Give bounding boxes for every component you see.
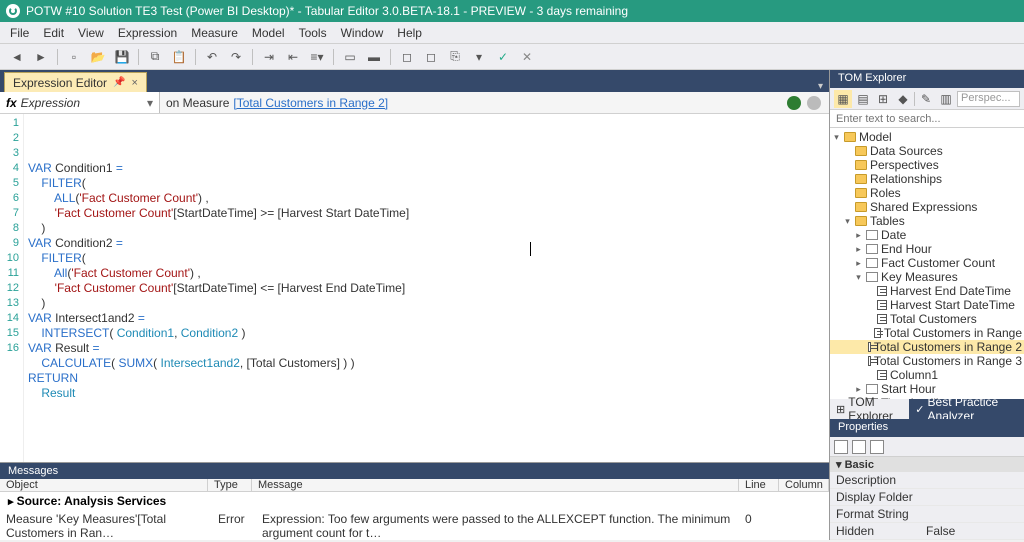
status-idle-icon[interactable]: [807, 96, 821, 110]
tom-tb1[interactable]: ▦: [834, 90, 852, 108]
tree-node[interactable]: Perspectives: [830, 158, 1024, 172]
indent-button[interactable]: ⇥: [258, 47, 280, 67]
tool2-button[interactable]: ◻: [420, 47, 442, 67]
tom-toolbar: ▦ ▤ ⊞ ◆ ✎ ▥ Perspec...: [830, 88, 1024, 110]
tree-node[interactable]: ▸Date: [830, 228, 1024, 242]
tab-bpa[interactable]: ✓ Best Practice Analyzer: [909, 399, 1024, 419]
prop-row[interactable]: HiddenFalse: [830, 523, 1024, 540]
tree-node[interactable]: ▾Model: [830, 130, 1024, 144]
tom-explorer-header: TOM Explorer: [830, 70, 1024, 88]
tree-node[interactable]: Shared Expressions: [830, 200, 1024, 214]
tree-node[interactable]: ▾Key Measures: [830, 270, 1024, 284]
prop-az-icon[interactable]: [852, 440, 866, 454]
menu-measure[interactable]: Measure: [191, 26, 238, 40]
uncomment-button[interactable]: ▬: [363, 47, 385, 67]
properties-header: Properties: [830, 419, 1024, 437]
tree-node[interactable]: Total Customers in Range 2: [830, 340, 1024, 354]
prop-row[interactable]: Description: [830, 472, 1024, 489]
tree-node[interactable]: ▾Tables: [830, 214, 1024, 228]
tree-node[interactable]: Total Customers in Range: [830, 326, 1024, 340]
editor-tabs: Expression Editor 📌 × ▾: [0, 70, 829, 92]
tree-node[interactable]: ▸End Hour: [830, 242, 1024, 256]
dax-editor[interactable]: 12345678910111213141516 VAR Condition1 =…: [0, 114, 829, 462]
tab-tom-explorer[interactable]: ⊞ TOM Explorer: [830, 399, 909, 419]
properties-grid[interactable]: ▾ BasicDescriptionDisplay FolderFormat S…: [830, 457, 1024, 540]
tab-menu-icon[interactable]: ▾: [812, 81, 829, 92]
tom-tb6[interactable]: ▥: [937, 90, 955, 108]
close-tab-icon[interactable]: ×: [132, 77, 138, 89]
messages-header: Messages: [0, 463, 829, 479]
paste-button[interactable]: 📋: [168, 47, 190, 67]
tree-node[interactable]: Column1: [830, 368, 1024, 382]
accept-button[interactable]: ✓: [492, 47, 514, 67]
format-button[interactable]: ≡▾: [306, 47, 328, 67]
tree-node[interactable]: Harvest End DateTime: [830, 284, 1024, 298]
menu-help[interactable]: Help: [397, 26, 422, 40]
tree-node[interactable]: Total Customers: [830, 312, 1024, 326]
tab-expression-editor[interactable]: Expression Editor 📌 ×: [4, 72, 147, 92]
prop-tool-icon[interactable]: [870, 440, 884, 454]
pin-icon[interactable]: 📌: [113, 77, 125, 88]
copy-button[interactable]: ⧉: [144, 47, 166, 67]
tom-tb5[interactable]: ✎: [917, 90, 935, 108]
status-ok-icon[interactable]: [787, 96, 801, 110]
menu-edit[interactable]: Edit: [43, 26, 64, 40]
perspective-box[interactable]: Perspec...: [957, 91, 1020, 107]
prop-cat-icon[interactable]: [834, 440, 848, 454]
save-button[interactable]: 💾: [111, 47, 133, 67]
redo-button[interactable]: ↷: [225, 47, 247, 67]
text-cursor: [530, 242, 531, 256]
title-bar: POTW #10 Solution TE3 Test (Power BI Des…: [0, 0, 1024, 22]
fx-dropdown[interactable]: fx Expression ▾: [0, 92, 160, 113]
menu-bar: File Edit View Expression Measure Model Tools W…: [0, 22, 1024, 44]
tom-tb4[interactable]: ◆: [894, 90, 912, 108]
messages-columns: Object Type Message Line Column: [0, 479, 829, 492]
menu-file[interactable]: File: [10, 26, 29, 40]
messages-panel: Messages Object Type Message Line Column…: [0, 462, 829, 540]
prop-row[interactable]: Format String: [830, 506, 1024, 523]
tom-tb2[interactable]: ▤: [854, 90, 872, 108]
menu-view[interactable]: View: [78, 26, 104, 40]
nav-fwd-button[interactable]: ►: [30, 47, 52, 67]
tree-node[interactable]: ▸Fact Customer Count: [830, 256, 1024, 270]
tool3-button[interactable]: ⎘: [444, 47, 466, 67]
menu-model[interactable]: Model: [252, 26, 285, 40]
prop-row[interactable]: Display Folder: [830, 489, 1024, 506]
new-button[interactable]: ▫: [63, 47, 85, 67]
right-pane-tabs: ⊞ TOM Explorer ✓ Best Practice Analyzer: [830, 399, 1024, 419]
undo-button[interactable]: ↶: [201, 47, 223, 67]
tom-tb3[interactable]: ⊞: [874, 90, 892, 108]
expression-bar: fx Expression ▾ on Measure [Total Custom…: [0, 92, 829, 114]
menu-expression[interactable]: Expression: [118, 26, 177, 40]
message-source: ▸ Source: Analysis Services: [0, 492, 829, 510]
open-button[interactable]: 📂: [87, 47, 109, 67]
tree-node[interactable]: Data Sources: [830, 144, 1024, 158]
nav-back-button[interactable]: ◄: [6, 47, 28, 67]
cancel-button[interactable]: ✕: [516, 47, 538, 67]
main-toolbar: ◄ ► ▫ 📂 💾 ⧉ 📋 ↶ ↷ ⇥ ⇤ ≡▾ ▭ ▬ ◻ ◻ ⎘ ▾ ✓ ✕: [0, 44, 1024, 70]
title-text: POTW #10 Solution TE3 Test (Power BI Des…: [26, 4, 628, 18]
tom-search-input[interactable]: [830, 110, 1024, 128]
menu-window[interactable]: Window: [341, 26, 384, 40]
tool4-button[interactable]: ▾: [468, 47, 490, 67]
tool1-button[interactable]: ◻: [396, 47, 418, 67]
tree-node[interactable]: Harvest Start DateTime: [830, 298, 1024, 312]
app-icon: [6, 4, 20, 18]
measure-link[interactable]: [Total Customers in Range 2]: [233, 96, 388, 110]
comment-button[interactable]: ▭: [339, 47, 361, 67]
tree-node[interactable]: Total Customers in Range 3: [830, 354, 1024, 368]
tree-node[interactable]: Roles: [830, 186, 1024, 200]
properties-toolbar: [830, 437, 1024, 457]
tree-node[interactable]: ▸Start Hour: [830, 382, 1024, 396]
message-row[interactable]: Measure 'Key Measures'[Total Customers i…: [0, 510, 829, 542]
tree-node[interactable]: Relationships: [830, 172, 1024, 186]
tom-tree[interactable]: ▾ModelData SourcesPerspectivesRelationsh…: [830, 128, 1024, 399]
outdent-button[interactable]: ⇤: [282, 47, 304, 67]
menu-tools[interactable]: Tools: [299, 26, 327, 40]
